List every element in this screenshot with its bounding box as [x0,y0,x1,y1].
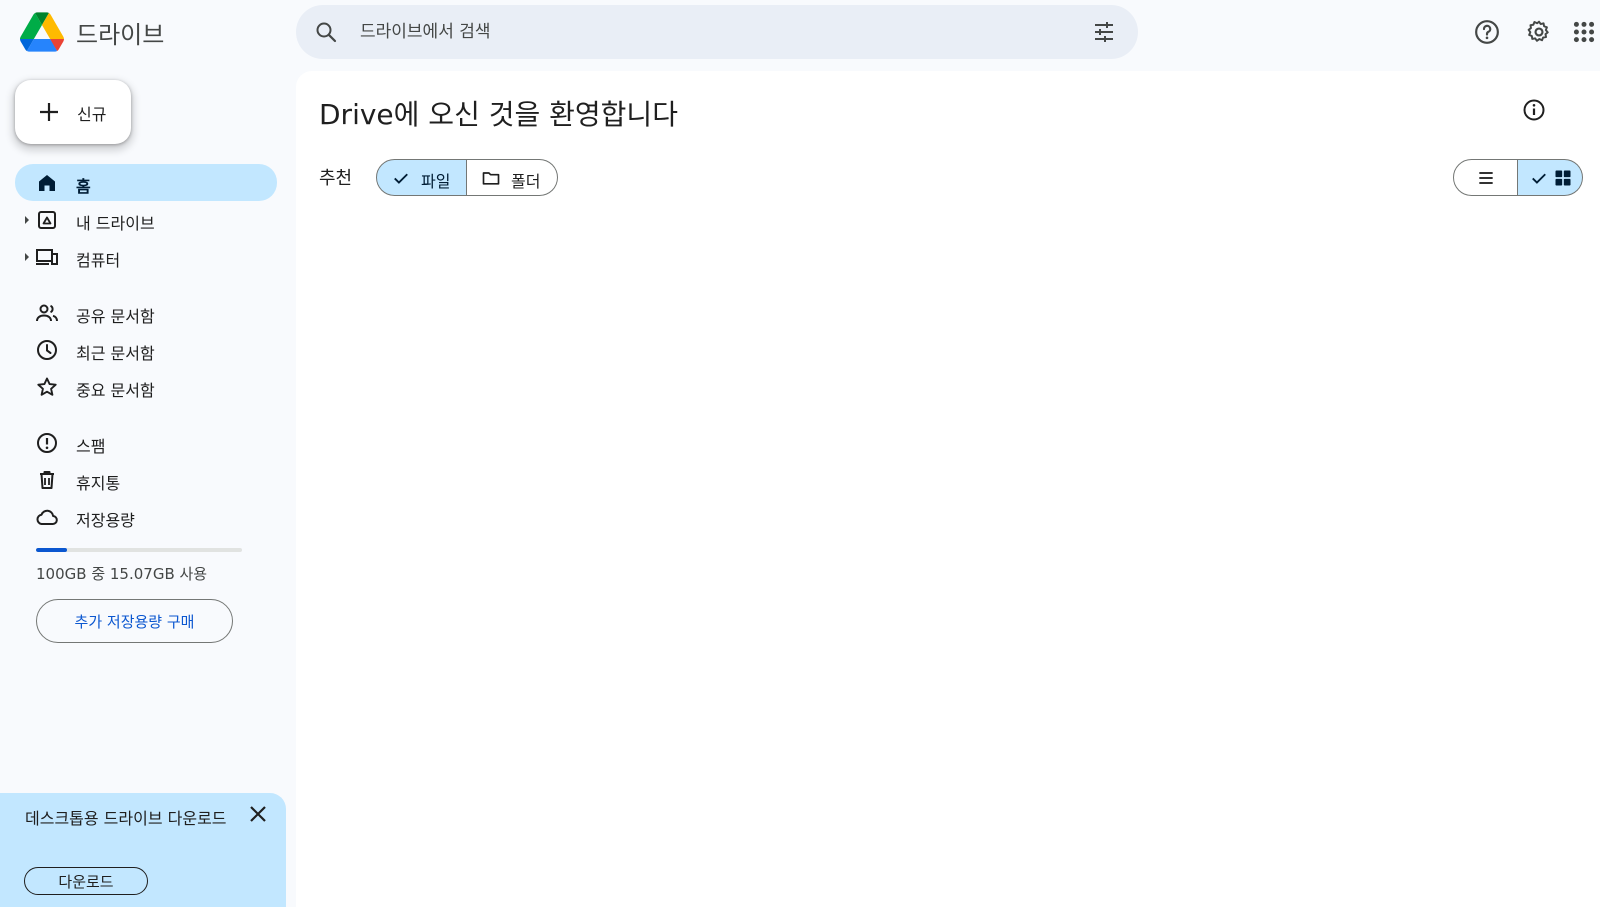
filter-files-label: 파일 [421,172,451,191]
storage-progress-bar [36,548,242,552]
sidebar-item-my-drive[interactable]: 내 드라이브 [15,201,277,238]
storage-usage-text: 100GB 중 15.07GB 사용 [36,565,208,583]
help-icon[interactable] [1474,19,1500,45]
clock-icon [37,340,57,360]
sidebar-item-label: 휴지통 [76,474,121,493]
expand-arrow-icon[interactable] [24,216,30,224]
filter-folders-label: 폴더 [511,172,541,191]
sidebar-item-trash[interactable]: 휴지통 [15,461,277,498]
my-drive-icon [38,211,56,229]
sidebar-item-label: 홈 [76,177,91,196]
suggested-filter-group: 파일 폴더 [376,159,558,196]
shared-icon [36,304,58,322]
info-icon[interactable] [1522,98,1546,122]
sidebar-item-label: 공유 문서함 [76,307,155,326]
filter-files-chip[interactable]: 파일 [376,159,467,196]
folder-icon [482,172,500,185]
buy-storage-button[interactable]: 추가 저장용량 구매 [36,599,233,643]
computers-icon [36,249,58,265]
storage-progress-fill [36,548,68,552]
page-title: Drive에 오신 것을 환영합니다 [319,98,678,131]
search-input[interactable] [360,17,1060,47]
new-button-label: 신규 [77,105,107,124]
sidebar-item-label: 최근 문서함 [76,344,155,363]
suggested-label: 추천 [319,168,353,189]
list-view-icon [1479,172,1493,184]
sidebar-item-computers[interactable]: 컴퓨터 [15,238,277,275]
grid-view-button[interactable] [1518,159,1583,196]
cloud-icon [36,509,58,525]
drive-logo[interactable]: 드라이브 [20,12,164,52]
sidebar-item-label: 컴퓨터 [76,251,121,270]
download-button[interactable]: 다운로드 [24,867,148,895]
check-icon [394,173,408,184]
sidebar-item-label: 저장용량 [76,511,135,530]
apps-grid-icon[interactable] [1571,19,1597,45]
sidebar-item-label: 중요 문서함 [76,381,155,400]
star-icon [37,377,57,396]
sidebar-item-shared[interactable]: 공유 문서함 [15,294,277,331]
filter-folders-chip[interactable]: 폴더 [467,159,558,196]
check-icon [1532,173,1546,184]
sidebar-item-home[interactable]: 홈 [15,164,277,201]
search-icon[interactable] [314,20,338,44]
new-button[interactable]: 신규 [15,80,131,144]
search-options-icon[interactable] [1092,20,1116,44]
close-icon[interactable] [246,802,270,826]
settings-icon[interactable] [1526,19,1552,45]
home-icon [39,175,55,191]
sidebar-item-storage[interactable]: 저장용량 [15,498,277,535]
list-view-button[interactable] [1453,159,1518,196]
drive-logo-icon [20,12,64,52]
expand-arrow-icon[interactable] [24,253,30,261]
promo-text: 데스크톱용 드라이브 다운로드 [25,809,227,828]
plus-icon [40,103,58,121]
search-bar[interactable] [296,5,1138,59]
main-content: Drive에 오신 것을 환영합니다 추천 파일 폴더 [296,71,1600,907]
desktop-download-promo: 데스크톱용 드라이브 다운로드 다운로드 [0,793,286,907]
app-name: 드라이브 [76,20,165,49]
spam-icon [37,433,57,453]
view-toggle-group [1453,159,1583,196]
trash-icon [40,471,54,489]
sidebar-item-label: 스팸 [76,437,106,456]
sidebar-item-spam[interactable]: 스팸 [15,424,277,461]
sidebar-item-label: 내 드라이브 [76,214,155,233]
grid-view-icon [1555,170,1571,186]
sidebar-item-starred[interactable]: 중요 문서함 [15,368,277,405]
sidebar-item-recent[interactable]: 최근 문서함 [15,331,277,368]
